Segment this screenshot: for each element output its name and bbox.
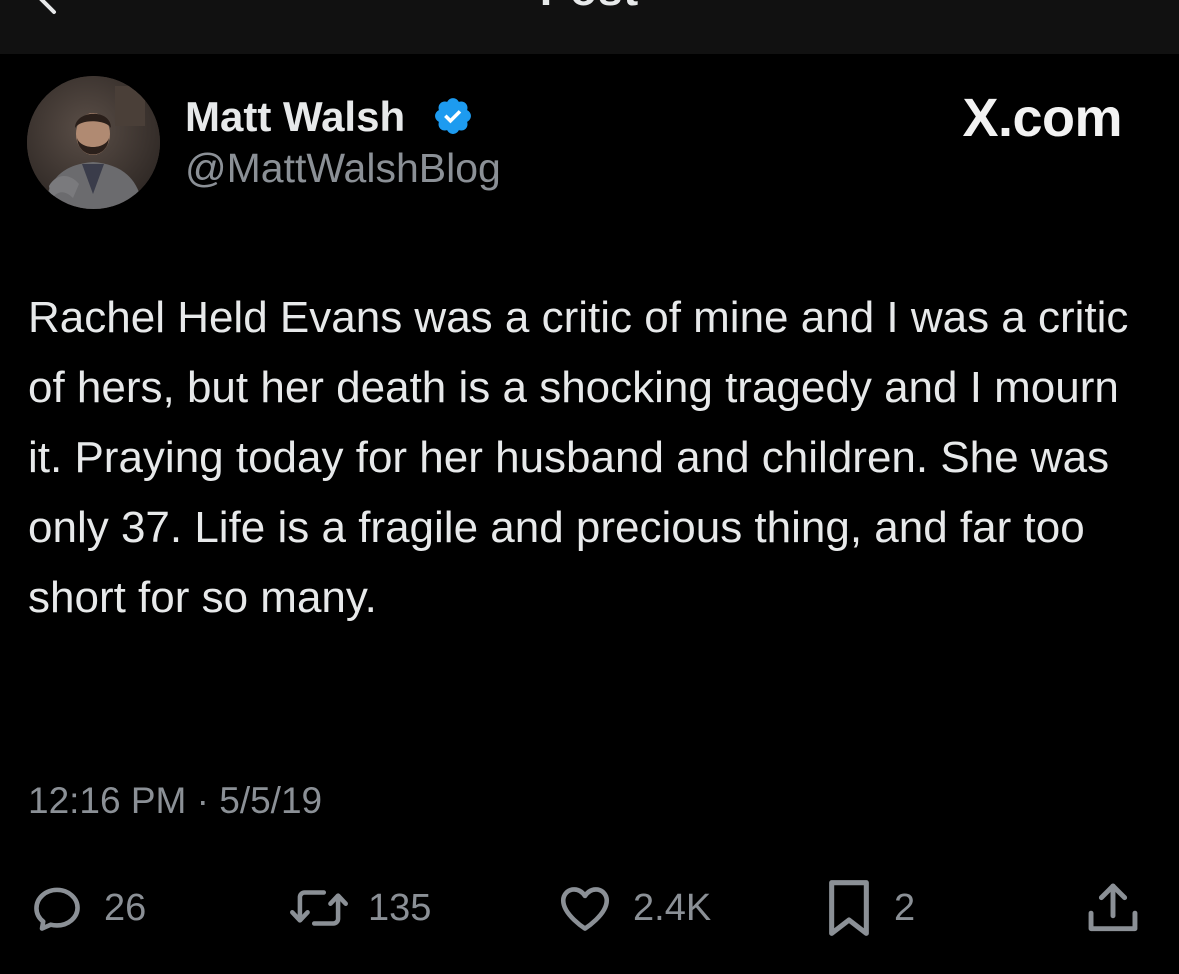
reply-icon <box>34 887 80 931</box>
reply-count: 26 <box>104 886 147 929</box>
repost-icon <box>290 890 348 926</box>
post-text: Rachel Held Evans was a critic of mine a… <box>28 293 1129 622</box>
page-title: Post <box>0 0 1179 16</box>
bookmark-count: 2 <box>894 886 916 929</box>
avatar[interactable] <box>27 76 160 209</box>
author-name[interactable]: Matt Walsh <box>185 93 405 141</box>
author-handle[interactable]: @MattWalshBlog <box>185 145 501 192</box>
brand-label: X.com <box>962 88 1122 148</box>
like-button[interactable]: 2.4K <box>555 868 711 948</box>
bookmark-button[interactable]: 2 <box>822 868 915 948</box>
post-timestamp[interactable]: 12:16 PM · 5/5/19 <box>28 780 322 822</box>
bookmark-icon <box>829 880 869 936</box>
share-icon <box>1088 883 1138 932</box>
top-nav-bar: Post <box>0 0 1179 54</box>
avatar-photo <box>27 76 160 209</box>
repost-count: 135 <box>368 886 432 929</box>
verified-badge-icon <box>435 98 471 134</box>
reply-button[interactable]: 26 <box>28 868 146 948</box>
share-button[interactable] <box>1082 868 1144 948</box>
like-count: 2.4K <box>633 886 712 929</box>
repost-button[interactable]: 135 <box>288 868 431 948</box>
action-bar: 26 135 2.4K 2 <box>0 868 1179 948</box>
heart-icon <box>560 887 610 931</box>
